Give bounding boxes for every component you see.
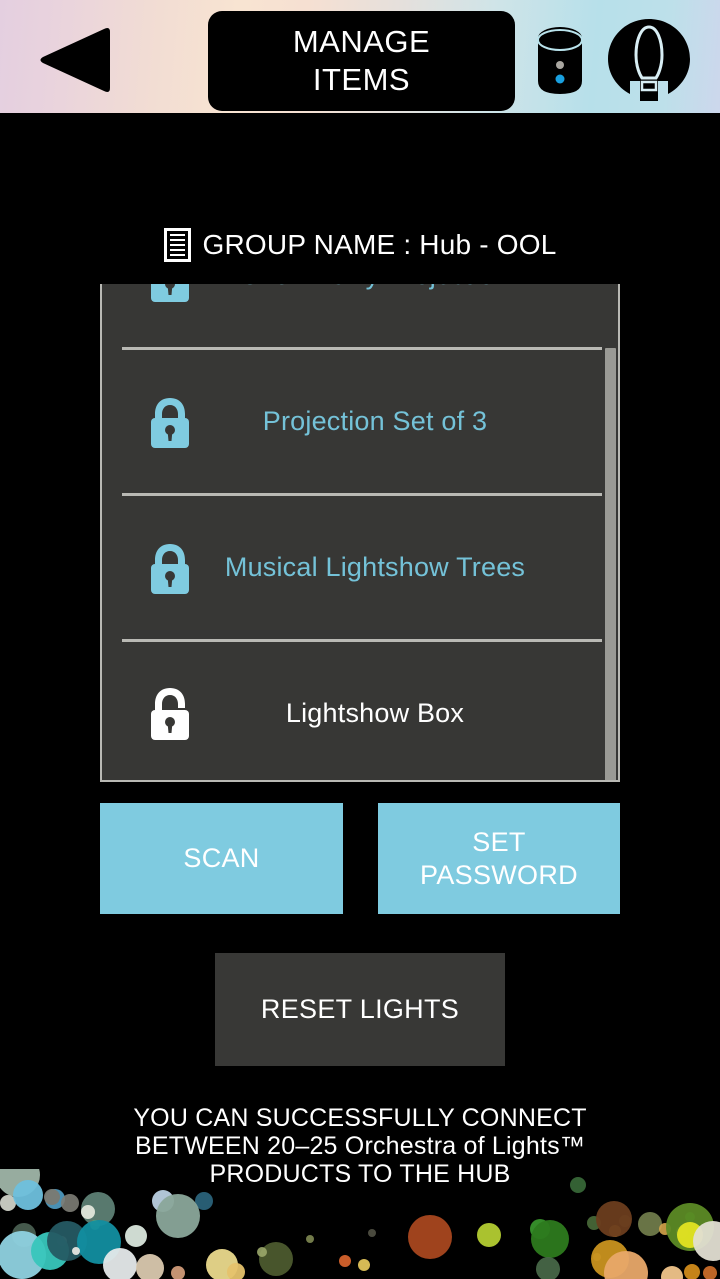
bubble [477, 1223, 501, 1247]
bubble [368, 1229, 376, 1237]
page-title-line2: ITEMS [312, 62, 411, 97]
scan-button[interactable]: SCAN [100, 803, 343, 914]
group-name-label: GROUP NAME : Hub - OOL [202, 229, 557, 260]
bubble [693, 1221, 720, 1261]
set-password-button[interactable]: SET PASSWORD [378, 803, 620, 914]
vertical-scrollbar[interactable] [604, 284, 616, 780]
bubble [257, 1247, 267, 1257]
bubble [125, 1225, 147, 1247]
group-name-row: GROUP NAME : Hub - OOL [0, 222, 720, 268]
bubble [661, 1266, 683, 1279]
hub-cylinder-icon[interactable] [536, 25, 584, 95]
list-item[interactable]: Musical Lightshow Trees [102, 496, 618, 639]
footer-line-2: BETWEEN 20–25 Orchestra of Lights™ [134, 1132, 586, 1160]
bubble [136, 1254, 164, 1279]
reset-lights-button[interactable]: RESET LIGHTS [215, 953, 505, 1066]
list-item[interactable]: Lightshow Box [102, 642, 618, 780]
bubble [536, 1257, 560, 1279]
scan-button-label: SCAN [183, 843, 260, 873]
decorative-bubbles [0, 1169, 720, 1279]
bubble [81, 1205, 95, 1219]
bubble [227, 1263, 245, 1279]
page-title: MANAGE ITEMS [208, 11, 515, 111]
bubble [171, 1266, 185, 1279]
items-list-scroll-content: SnowFlurry Projection Projection Set of … [102, 284, 618, 780]
bubble [531, 1220, 569, 1258]
bubble [684, 1264, 700, 1279]
lock-closed-icon [144, 394, 196, 450]
bubble [703, 1266, 717, 1279]
set-password-label-line2: PASSWORD [420, 859, 578, 890]
bubble [570, 1177, 586, 1193]
lock-open-icon [144, 686, 196, 742]
items-list: SnowFlurry Projection Projection Set of … [100, 284, 620, 782]
bubble [103, 1248, 137, 1279]
bubble [306, 1235, 314, 1243]
bubble [156, 1194, 200, 1238]
list-item-label: Projection Set of 3 [262, 406, 488, 436]
bubble [72, 1247, 80, 1255]
list-item-label: SnowFlurry Projection [196, 284, 554, 291]
back-button[interactable] [36, 24, 114, 96]
bubble [61, 1194, 79, 1212]
document-list-icon [163, 228, 191, 262]
bubble [638, 1212, 662, 1236]
set-password-label-line1: SET [472, 826, 526, 857]
list-item[interactable]: Projection Set of 3 [102, 350, 618, 493]
bubble [44, 1189, 60, 1205]
scrollbar-thumb[interactable] [605, 348, 616, 780]
list-item-label: Lightshow Box [285, 698, 465, 728]
list-item-label: Musical Lightshow Trees [224, 552, 526, 582]
page-title-line1: MANAGE [292, 24, 431, 59]
app-screen: MANAGE ITEMS GROUP NAME: Hub - OOL Proj… [0, 0, 720, 1279]
bubble [339, 1255, 351, 1267]
footer-line-1: YOU CAN SUCCESSFULLY CONNECT [133, 1104, 587, 1132]
bubble [13, 1180, 43, 1210]
back-triangle-icon [36, 24, 114, 96]
app-header: MANAGE ITEMS [0, 0, 720, 119]
bubble [408, 1215, 452, 1259]
lock-closed-icon [144, 284, 196, 304]
bubble [596, 1201, 632, 1237]
lock-closed-icon [144, 540, 196, 596]
reset-lights-label: RESET LIGHTS [260, 994, 460, 1024]
list-item[interactable]: SnowFlurry Projection [102, 284, 618, 347]
bubble [358, 1259, 370, 1271]
light-bulb-icon[interactable] [605, 18, 693, 102]
